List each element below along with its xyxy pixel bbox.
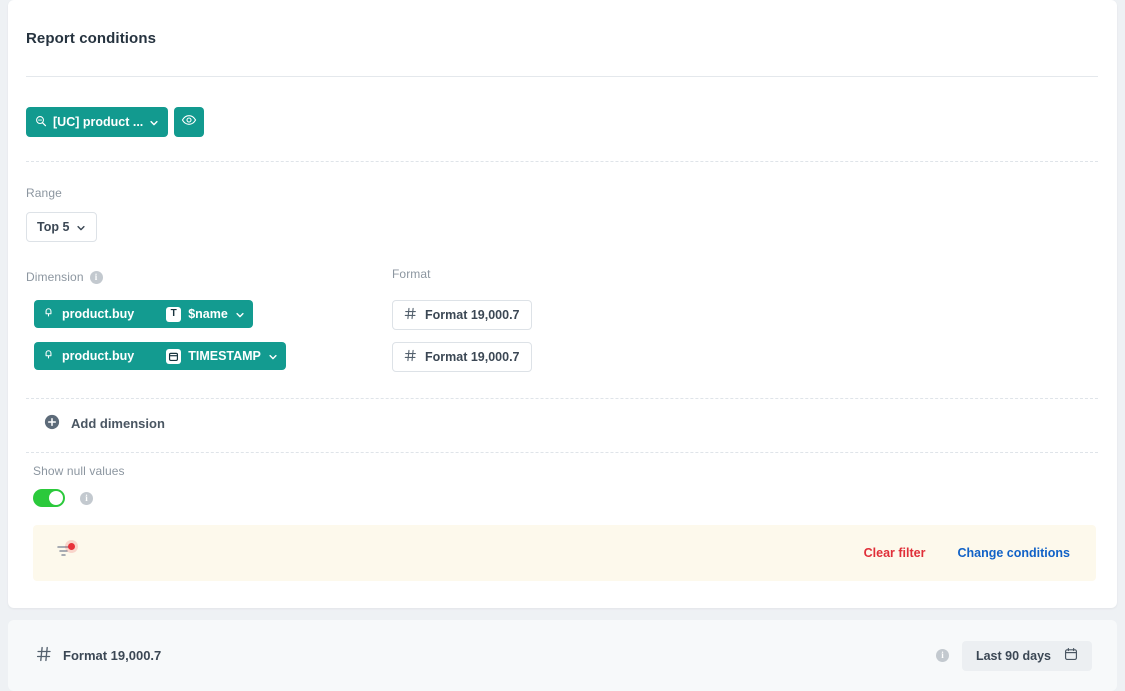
- type-letter: T: [170, 308, 177, 319]
- chevron-down-icon: [76, 222, 86, 232]
- toggle-knob: [49, 491, 63, 505]
- chevron-down-icon: [268, 351, 278, 361]
- metric-format-button[interactable]: Format 19,000.7: [36, 646, 161, 665]
- show-null-row: i: [33, 489, 93, 507]
- page-title: Report conditions: [26, 30, 157, 47]
- metric-format-label: Format 19,000.7: [63, 648, 162, 663]
- source-chip-label: [UC] product ...: [53, 114, 144, 129]
- format-button-2[interactable]: Format 19,000.7: [392, 342, 532, 372]
- chevron-down-icon: [149, 117, 159, 127]
- format-button-1-label: Format 19,000.7: [425, 308, 520, 322]
- event-bell-icon: [42, 306, 55, 322]
- red-dot-badge: [68, 543, 75, 550]
- calendar-type-icon: [166, 348, 182, 364]
- event-bell-icon: [42, 348, 55, 364]
- dimension-chip-2-source: product.buy: [62, 349, 135, 363]
- divider-above-show-null: [26, 452, 1098, 453]
- filter-warning-banner: Clear filter Change conditions: [33, 525, 1096, 581]
- clear-filter-link[interactable]: Clear filter: [864, 546, 926, 560]
- hash-icon: [404, 349, 417, 365]
- hash-icon: [404, 307, 417, 323]
- date-range-selector[interactable]: Last 90 days: [961, 640, 1092, 671]
- format-button-2-label: Format 19,000.7: [425, 350, 520, 364]
- dimension-chip-2-property: TIMESTAMP: [188, 349, 261, 363]
- range-select[interactable]: Top 5: [26, 212, 98, 242]
- dimension-chip-1-property: $name: [188, 307, 228, 321]
- date-range-label: Last 90 days: [975, 648, 1051, 663]
- calendar-icon: [1064, 647, 1078, 664]
- report-conditions-page: Report conditions [UC] product ... Range…: [0, 0, 1125, 691]
- eye-icon: [181, 112, 197, 133]
- info-icon: i: [89, 270, 103, 284]
- report-conditions-card: Report conditions [UC] product ... Range…: [8, 0, 1117, 608]
- divider-above-add-dimension: [26, 398, 1098, 399]
- hash-icon: [36, 646, 52, 665]
- source-selector-row: [UC] product ...: [26, 107, 205, 137]
- source-chip[interactable]: [UC] product ...: [26, 107, 169, 137]
- divider-top: [26, 76, 1098, 77]
- plus-circle-icon: [44, 414, 60, 433]
- banner-actions: Clear filter Change conditions: [864, 546, 1070, 560]
- text-type-icon: T: [166, 306, 182, 322]
- format-label: Format: [392, 267, 431, 281]
- show-null-toggle[interactable]: [33, 489, 65, 507]
- divider-below-source: [26, 161, 1098, 162]
- chevron-down-icon: [235, 309, 245, 319]
- dimension-label-group: Dimension i: [26, 270, 103, 284]
- metric-bottom-bar: Format 19,000.7 i Last 90 days: [8, 620, 1117, 691]
- search-zoom-icon: [35, 115, 47, 130]
- format-button-1[interactable]: Format 19,000.7: [392, 300, 532, 330]
- bottom-bar-right: i Last 90 days: [935, 640, 1092, 671]
- info-icon: i: [935, 649, 949, 662]
- banner-icon-wrap: [55, 543, 75, 563]
- add-dimension-label: Add dimension: [71, 416, 165, 431]
- range-select-value: Top 5: [37, 220, 70, 234]
- info-icon: i: [80, 491, 93, 505]
- dimension-chip-1[interactable]: product.buy T $name: [34, 300, 253, 328]
- dimension-chip-2[interactable]: product.buy TIMESTAMP: [34, 342, 286, 370]
- preview-toggle-button[interactable]: [174, 107, 205, 137]
- dimension-label: Dimension: [26, 270, 84, 284]
- add-dimension-button[interactable]: Add dimension: [44, 414, 165, 433]
- range-label: Range: [26, 186, 62, 200]
- dimension-chip-1-source: product.buy: [62, 307, 135, 321]
- change-conditions-link[interactable]: Change conditions: [958, 546, 1071, 560]
- show-null-label: Show null values: [33, 464, 125, 478]
